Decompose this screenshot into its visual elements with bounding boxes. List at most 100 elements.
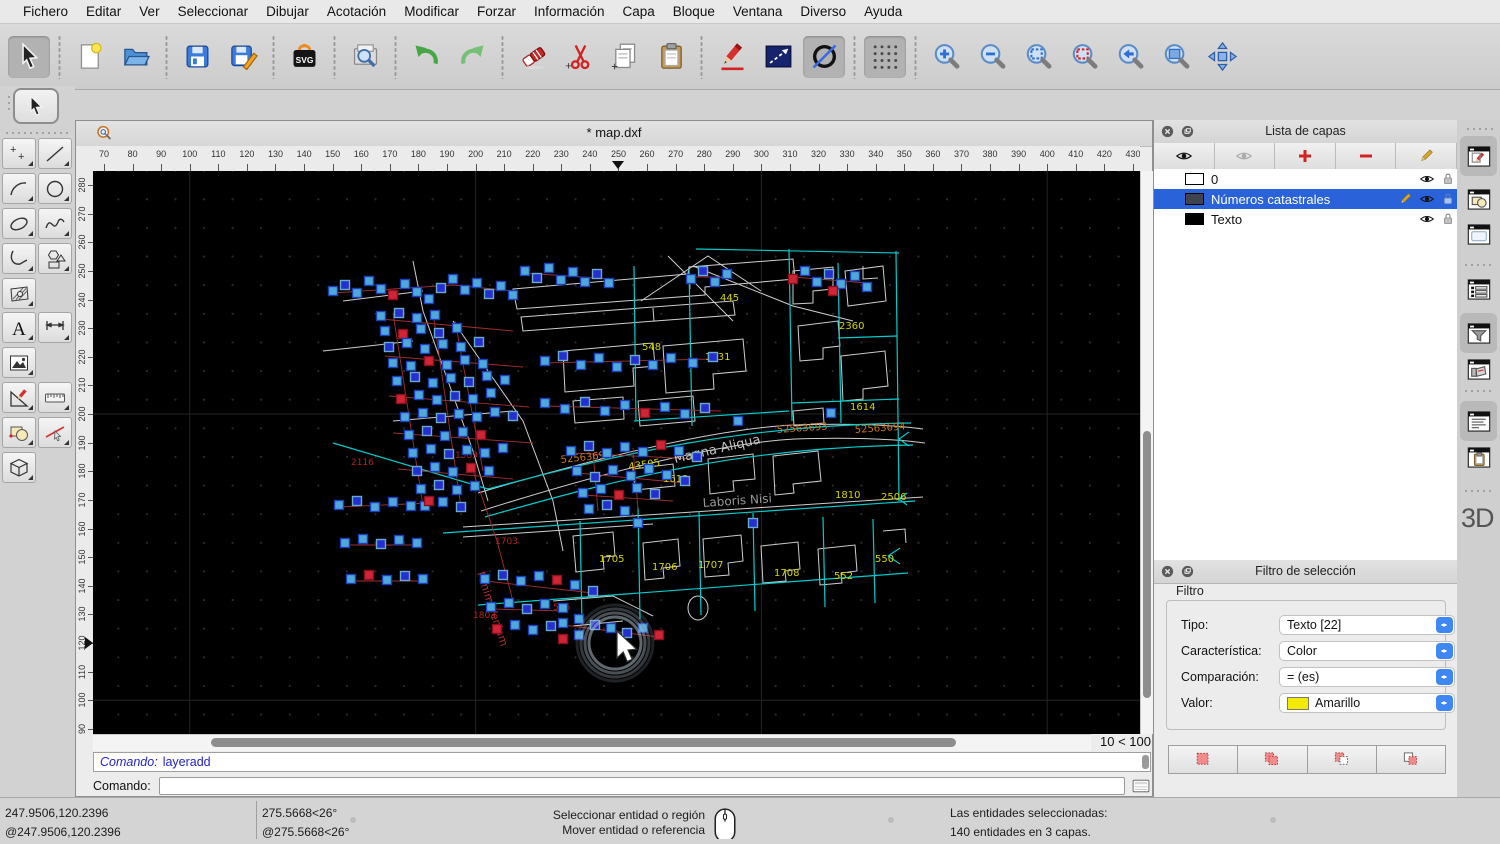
layer-tool-pencil-button[interactable] — [1396, 143, 1457, 169]
circle-tool-button[interactable] — [38, 173, 72, 204]
measure-tool-button[interactable] — [38, 382, 72, 413]
sel-add-button[interactable] — [1238, 746, 1307, 773]
layer-list-toggle-button[interactable] — [1460, 273, 1497, 305]
zoom-previous-button[interactable] — [1109, 36, 1151, 78]
menu-item-acotación[interactable]: Acotación — [318, 4, 395, 19]
print-preview-button[interactable] — [344, 36, 386, 78]
zoom-selection-button[interactable] — [1063, 36, 1105, 78]
layer-tool-eye-dim-button[interactable] — [1215, 143, 1276, 169]
stepper-icon[interactable] — [1436, 695, 1453, 711]
modify-tool-button[interactable] — [2, 382, 36, 413]
layer-tool-plus-button[interactable] — [1275, 143, 1336, 169]
filter-dropdown[interactable]: = (es) — [1279, 667, 1455, 687]
copy-button[interactable]: + — [604, 36, 646, 78]
menu-item-dibujar[interactable]: Dibujar — [257, 4, 318, 19]
menu-item-ventana[interactable]: Ventana — [724, 4, 792, 19]
menu-item-información[interactable]: Información — [525, 4, 614, 19]
vertical-scrollbar-thumb[interactable] — [1143, 431, 1151, 698]
layer-tool-minus-button[interactable] — [1336, 143, 1397, 169]
menu-item-diverso[interactable]: Diverso — [791, 4, 855, 19]
command-line-panel-toggle-button[interactable] — [1460, 401, 1497, 441]
shape-tool-button[interactable] — [38, 243, 72, 274]
dimension-tool-button[interactable] — [38, 312, 72, 343]
menu-item-fichero[interactable]: Fichero — [14, 4, 77, 19]
cursor-arrow-button[interactable] — [8, 36, 50, 78]
paste-button[interactable] — [650, 36, 692, 78]
lock-icon[interactable] — [1440, 171, 1456, 187]
clipboard-panel-toggle-button[interactable] — [1460, 441, 1497, 473]
grid-dots-button[interactable] — [864, 36, 906, 78]
document-titlebar[interactable]: * map.dxf — [76, 121, 1152, 147]
menu-item-bloque[interactable]: Bloque — [664, 4, 724, 19]
save-button[interactable] — [176, 36, 218, 78]
block-list-toggle-button[interactable] — [1460, 183, 1497, 215]
point-tool-button[interactable]: ++ — [2, 138, 36, 169]
hatch-tool-button[interactable] — [2, 278, 36, 309]
layer-tool-eye-button[interactable] — [1154, 143, 1215, 169]
zoom-auto-button[interactable] — [1017, 36, 1059, 78]
drawing-canvas[interactable]: 4452360548193116141612181025061705170617… — [93, 171, 1140, 734]
zoom-in-button[interactable] — [925, 36, 967, 78]
zoom-window-button[interactable] — [1155, 36, 1197, 78]
filter-dropdown[interactable]: Amarillo — [1279, 693, 1455, 713]
selection-tool-button[interactable] — [13, 88, 59, 124]
polyline-tool-button[interactable] — [2, 243, 36, 274]
filter-dropdown[interactable]: Color — [1279, 641, 1455, 661]
spline-tool-button[interactable] — [38, 208, 72, 239]
command-history-scrollbar[interactable] — [1142, 755, 1149, 769]
text-tool-button[interactable]: A — [2, 312, 36, 343]
eye-icon[interactable] — [1419, 211, 1435, 227]
menu-item-modificar[interactable]: Modificar — [395, 4, 468, 19]
layer-row-números-catastrales[interactable]: Números catastrales — [1154, 189, 1457, 209]
property-editor-toggle-button[interactable] — [1460, 136, 1497, 176]
menu-item-capa[interactable]: Capa — [614, 4, 664, 19]
vertical-scrollbar[interactable] — [1140, 171, 1154, 734]
snap-tool-button[interactable] — [38, 417, 72, 448]
menu-item-ayuda[interactable]: Ayuda — [855, 4, 911, 19]
eye-icon[interactable] — [1419, 171, 1435, 187]
command-history[interactable]: Comando:layeradd — [93, 752, 1151, 772]
stepper-icon[interactable] — [1436, 643, 1453, 659]
undo-button[interactable] — [405, 36, 447, 78]
circle-slash-button[interactable] — [803, 36, 845, 78]
image-tool-button[interactable] — [2, 347, 36, 378]
new-file-button[interactable] — [69, 36, 111, 78]
eye-icon[interactable] — [1419, 191, 1435, 207]
horizontal-scrollbar-thumb[interactable] — [211, 738, 956, 747]
sel-intersect-button[interactable] — [1377, 746, 1445, 773]
line-tool-button[interactable] — [38, 138, 72, 169]
lock-icon[interactable] — [1440, 211, 1456, 227]
menu-item-editar[interactable]: Editar — [77, 4, 130, 19]
save-as-button[interactable] — [222, 36, 264, 78]
sel-replace-button[interactable] — [1169, 746, 1238, 773]
block-tool-button[interactable] — [2, 417, 36, 448]
open-folder-button[interactable] — [115, 36, 157, 78]
solid-tool-button[interactable] — [2, 452, 36, 483]
layer-row-texto[interactable]: Texto — [1154, 209, 1457, 229]
sel-subtract-button[interactable] — [1308, 746, 1377, 773]
layer-row-0[interactable]: 0 — [1154, 169, 1457, 189]
filter-dropdown[interactable]: Texto [22] — [1279, 615, 1455, 635]
command-input[interactable] — [159, 777, 1125, 795]
library-browser-toggle-button[interactable] — [1460, 353, 1497, 385]
menu-item-seleccionar[interactable]: Seleccionar — [169, 4, 258, 19]
command-options-button[interactable] — [1131, 777, 1151, 795]
menu-item-ver[interactable]: Ver — [130, 4, 168, 19]
stepper-icon[interactable] — [1436, 669, 1453, 685]
horizontal-scrollbar[interactable] — [93, 734, 1091, 751]
ellipse-tool-button[interactable] — [2, 208, 36, 239]
cut-button[interactable]: + — [558, 36, 600, 78]
viewport-panel-toggle-button[interactable] — [1460, 218, 1497, 250]
red-pencil-button[interactable] — [711, 36, 753, 78]
pan-button[interactable] — [1201, 36, 1243, 78]
pencil-icon[interactable] — [1397, 191, 1413, 207]
svg-export-button[interactable]: SVG — [283, 36, 325, 78]
distance-line-button[interactable] — [757, 36, 799, 78]
menu-item-forzar[interactable]: Forzar — [468, 4, 525, 19]
arc-tool-button[interactable] — [2, 173, 36, 204]
stepper-icon[interactable] — [1436, 617, 1453, 633]
eraser-button[interactable] — [512, 36, 554, 78]
redo-button[interactable] — [451, 36, 493, 78]
zoom-out-button[interactable] — [971, 36, 1013, 78]
selection-filter-toggle-button[interactable] — [1460, 313, 1497, 353]
